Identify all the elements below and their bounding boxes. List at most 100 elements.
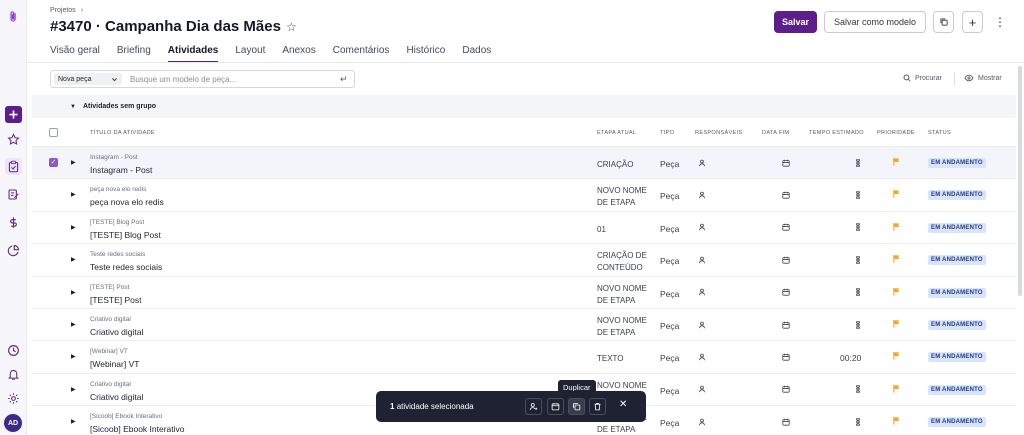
table-row[interactable]: ✓ ▶ Instagram - Post Instagram - Post CRIAÇÃ… [32, 146, 1016, 178]
row-checkbox[interactable]: ✓ [49, 158, 58, 167]
assignee-button[interactable] [697, 255, 706, 264]
expand-row-icon[interactable]: ▶ [71, 386, 76, 393]
assignee-button[interactable] [697, 190, 706, 199]
assignee-button[interactable] [697, 385, 706, 394]
plus-icon[interactable] [5, 106, 22, 123]
tab-data[interactable]: Dados [462, 45, 491, 63]
star-icon[interactable] [5, 131, 22, 148]
activity-title[interactable]: [TESTE] Post [90, 295, 142, 305]
avatar[interactable]: AD [4, 414, 22, 432]
expand-row-icon[interactable]: ▶ [71, 256, 76, 263]
expand-row-icon[interactable]: ▶ [71, 418, 76, 425]
col-stage[interactable]: ETAPA ATUAL [597, 130, 636, 136]
status-badge[interactable]: EM ANDAMENTO [928, 320, 986, 330]
assignee-button[interactable] [697, 352, 706, 361]
tab-briefing[interactable]: Briefing [117, 45, 151, 63]
status-badge[interactable]: EM ANDAMENTO [928, 190, 986, 201]
tab-history[interactable]: Histórico [406, 45, 445, 63]
piece-type-select[interactable]: Nova peça [54, 73, 122, 85]
more-options-icon[interactable]: ⋮ [993, 11, 1007, 33]
col-title[interactable]: TÍTULO DA ATIVIDADE [90, 130, 155, 136]
bell-icon[interactable] [5, 366, 22, 383]
table-row[interactable]: ▶ [TESTE] Blog Post [TESTE] Blog Post 01 Peç… [32, 210, 1016, 243]
add-button[interactable]: + [962, 11, 983, 33]
col-status[interactable]: STATUS [928, 130, 951, 136]
end-date-button[interactable] [781, 255, 790, 264]
search-button[interactable]: Procurar [903, 74, 942, 82]
expand-row-icon[interactable]: ▶ [71, 289, 76, 296]
table-row[interactable]: ▶ [Webinar] VT [Webinar] VT TEXTO Peça 00:20 E… [32, 340, 1016, 372]
assign-user-button[interactable] [525, 398, 542, 415]
table-row[interactable]: ▶ [TESTE] Post [TESTE] Post NOVO NOME DE ETA… [32, 275, 1016, 308]
tab-comments[interactable]: Comentários [333, 45, 390, 63]
duplicate-button[interactable] [568, 398, 585, 415]
status-badge[interactable]: EM ANDAMENTO [928, 352, 986, 363]
activity-title[interactable]: peça nova elo redis [90, 197, 164, 207]
gear-icon[interactable] [5, 390, 22, 407]
estimated-time-button[interactable] [853, 158, 862, 167]
expand-row-icon[interactable]: ▶ [71, 159, 76, 166]
enter-icon[interactable]: ↵ [340, 74, 354, 85]
assignee-button[interactable] [697, 320, 706, 329]
priority-flag-icon[interactable] [892, 157, 901, 166]
status-badge[interactable]: EM ANDAMENTO [928, 255, 986, 266]
caret-down-icon[interactable]: ▼ [70, 104, 76, 110]
priority-flag-icon[interactable] [892, 287, 901, 296]
status-badge[interactable]: EM ANDAMENTO [928, 384, 986, 395]
table-row[interactable]: ▶ Teste redes sociais Teste redes sociais C… [32, 243, 1016, 275]
close-icon[interactable]: ✕ [619, 399, 627, 410]
priority-flag-icon[interactable] [892, 222, 901, 231]
expand-row-icon[interactable]: ▶ [71, 191, 76, 198]
end-date-button[interactable] [781, 288, 790, 297]
assignee-button[interactable] [697, 223, 706, 232]
dollar-icon[interactable] [5, 214, 22, 231]
col-type[interactable]: TIPO [660, 130, 674, 136]
group-header[interactable]: ▼ Atividades sem grupo [32, 95, 1016, 118]
assignee-button[interactable] [697, 158, 706, 167]
tab-attachments[interactable]: Anexos [282, 45, 315, 63]
set-date-button[interactable] [547, 398, 564, 415]
save-button[interactable]: Salvar [774, 11, 817, 33]
priority-flag-icon[interactable] [892, 384, 901, 393]
tab-activities[interactable]: Atividades [167, 45, 219, 63]
col-estimated-time[interactable]: TEMPO ESTIMADO [809, 130, 864, 136]
paperclip-icon[interactable] [5, 8, 22, 25]
estimated-time[interactable]: 00:20 [840, 353, 861, 363]
end-date-button[interactable] [781, 385, 790, 394]
priority-flag-icon[interactable] [892, 254, 901, 263]
status-badge[interactable]: EM ANDAMENTO [928, 287, 986, 298]
status-badge[interactable]: EM ANDAMENTO [928, 417, 986, 428]
estimated-time-button[interactable] [853, 223, 862, 232]
estimated-time-button[interactable] [853, 417, 862, 426]
assignee-button[interactable] [697, 417, 706, 426]
activity-title[interactable]: [Sicoob] Ebook Interativo [90, 424, 185, 434]
end-date-button[interactable] [781, 223, 790, 232]
table-row[interactable]: ▶ peça nova elo redis peça nova elo redis N… [32, 178, 1016, 210]
tab-overview[interactable]: Visão geral [50, 45, 100, 63]
clock-icon[interactable] [5, 342, 22, 359]
col-priority[interactable]: PRIORIDADE [877, 130, 915, 136]
priority-flag-icon[interactable] [892, 189, 901, 198]
end-date-button[interactable] [781, 158, 790, 167]
col-assignees[interactable]: RESPONSÁVEIS [695, 130, 742, 136]
clipboard-icon[interactable] [5, 158, 22, 175]
estimated-time-button[interactable] [853, 288, 862, 297]
end-date-button[interactable] [781, 190, 790, 199]
template-search-input[interactable] [130, 74, 340, 84]
table-row[interactable]: ▶ Criativo digital Criativo digital NOVO NO… [32, 308, 1016, 340]
end-date-button[interactable] [781, 352, 790, 361]
end-date-button[interactable] [781, 417, 790, 426]
save-as-template-button[interactable]: Salvar como modelo [824, 11, 926, 33]
status-badge[interactable]: EM ANDAMENTO [928, 222, 986, 233]
activity-title[interactable]: Criativo digital [90, 327, 143, 337]
estimated-time-button[interactable] [853, 255, 862, 264]
estimated-time-button[interactable] [853, 190, 862, 199]
end-date-button[interactable] [781, 320, 790, 329]
delete-button[interactable] [589, 398, 606, 415]
activity-title[interactable]: [Webinar] VT [90, 359, 139, 369]
breadcrumb-projects[interactable]: Projetos [50, 7, 76, 14]
show-button[interactable]: Mostrar [964, 74, 1002, 82]
estimated-time-button[interactable] [853, 385, 862, 394]
activity-title[interactable]: Criativo digital [90, 392, 143, 402]
priority-flag-icon[interactable] [892, 351, 901, 360]
